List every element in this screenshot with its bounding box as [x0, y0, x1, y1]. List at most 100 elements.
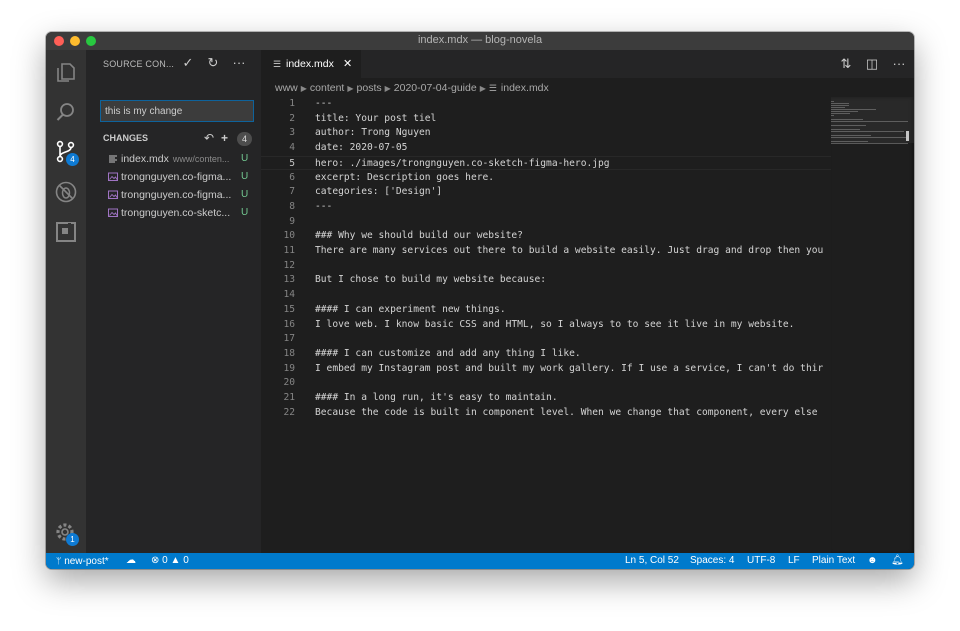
- breadcrumb-item[interactable]: 2020-07-04-guide: [394, 82, 477, 94]
- breadcrumb-item[interactable]: index.mdx: [501, 82, 549, 94]
- open-changes-icon[interactable]: ⇅: [838, 56, 854, 72]
- debug-icon[interactable]: [53, 179, 79, 205]
- line-number: 18: [283, 347, 295, 359]
- line-number: 19: [283, 362, 295, 374]
- line-number: 11: [283, 245, 295, 256]
- minimap-line: [831, 129, 860, 130]
- line-number: 9: [289, 215, 295, 227]
- code-line[interactable]: 6 excerpt: Description goes here.: [261, 171, 831, 186]
- encoding-status[interactable]: UTF-8: [747, 555, 775, 567]
- code-line[interactable]: 21 #### In a long run, it's easy to maint…: [261, 391, 831, 406]
- code-line[interactable]: 11 There are many services out there to b…: [261, 244, 831, 259]
- breadcrumb: www ▶ content ▶ posts ▶ 2020-07-04-guide ▶ ☰ inde…: [275, 82, 549, 96]
- code-line[interactable]: 17: [261, 332, 831, 347]
- code-line[interactable]: 7 categories: ['Design']: [261, 185, 831, 200]
- code-line[interactable]: 19 I embed my Instagram post and built my…: [261, 362, 831, 377]
- line-number: 14: [283, 289, 295, 301]
- file-name: index.mdx: [121, 153, 169, 165]
- line-number: 1: [289, 98, 295, 109]
- code-line[interactable]: 3 author: Trong Nguyen: [261, 126, 831, 141]
- problems-status[interactable]: ⊗ 0 ▲ 0: [151, 555, 189, 567]
- breadcrumb-item[interactable]: www: [275, 82, 298, 94]
- settings-gear-icon[interactable]: 1: [53, 520, 79, 546]
- code-line[interactable]: 13 But I chose to build my website becaus…: [261, 273, 831, 288]
- source-control-icon[interactable]: 4: [53, 139, 79, 166]
- more-actions-icon[interactable]: ···: [891, 56, 907, 71]
- file-lines-icon: ☰: [273, 59, 282, 69]
- minimap-line: [831, 141, 868, 142]
- sidebar-title: SOURCE CON...: [103, 59, 175, 69]
- code-line[interactable]: 1 ---: [261, 97, 831, 112]
- sync-icon[interactable]: ☁: [126, 555, 136, 567]
- scrollbar-thumb[interactable]: [906, 131, 909, 141]
- line-number: 21: [283, 392, 295, 403]
- scm-badge: 4: [66, 153, 79, 166]
- line-text: I love web. I know basic CSS and HTML, s…: [315, 318, 795, 330]
- changed-file-row[interactable]: trongnguyen.co-sketc... U: [86, 204, 261, 222]
- changed-file-row[interactable]: index.mdx www/conten... U: [86, 150, 261, 168]
- breadcrumb-item[interactable]: content: [310, 82, 344, 94]
- minimap-line: [831, 103, 849, 104]
- code-line[interactable]: 5 hero: ./images/trongnguyen.co-sketch-fi…: [261, 155, 831, 171]
- more-actions-icon[interactable]: ···: [231, 56, 247, 70]
- language-mode[interactable]: Plain Text: [812, 555, 855, 567]
- minimap-line: [831, 111, 858, 112]
- code-line[interactable]: 8 ---: [261, 200, 831, 215]
- code-line[interactable]: 15 #### I can experiment new things.: [261, 303, 831, 318]
- line-number: 5: [289, 157, 295, 169]
- line-text: But I chose to build my website because:: [315, 274, 547, 286]
- extensions-icon[interactable]: [53, 219, 79, 245]
- feedback-smiley-icon[interactable]: ☻: [867, 555, 878, 567]
- code-line[interactable]: 14: [261, 288, 831, 303]
- minimap-line: [831, 109, 876, 110]
- minimap-line: [831, 121, 908, 122]
- stage-all-icon[interactable]: +: [221, 131, 228, 145]
- changes-header[interactable]: CHANGES ↶ + 4: [86, 130, 261, 148]
- refresh-icon[interactable]: ↻: [205, 56, 221, 70]
- tab-index-mdx[interactable]: ☰ index.mdx ✕: [261, 50, 361, 78]
- code-line[interactable]: 12: [261, 259, 831, 274]
- explorer-icon[interactable]: [53, 59, 79, 85]
- minimap[interactable]: [831, 97, 914, 553]
- branch-status[interactable]: ᛘ new-post*: [56, 555, 109, 568]
- commit-check-icon[interactable]: ✓: [180, 56, 196, 70]
- indentation-status[interactable]: Spaces: 4: [690, 555, 734, 567]
- branch-name: new-post*: [64, 556, 109, 567]
- code-line[interactable]: 22 Because the code is built in component…: [261, 406, 831, 421]
- line-number: 15: [283, 303, 295, 315]
- code-line[interactable]: 2 title: Your post tiel: [261, 112, 831, 127]
- code-line[interactable]: 20: [261, 376, 831, 391]
- line-text: title: Your post tiel: [315, 112, 437, 124]
- minimap-line: [831, 113, 850, 114]
- image-file-icon: [108, 172, 118, 181]
- code-line[interactable]: 18 #### I can customize and add any thing…: [261, 347, 831, 362]
- breadcrumb-item[interactable]: posts: [357, 82, 382, 94]
- search-icon[interactable]: [53, 99, 79, 125]
- code-line[interactable]: 10 ### Why we should build our website?: [261, 229, 831, 244]
- split-editor-icon[interactable]: ◫: [864, 56, 880, 72]
- line-number: 8: [289, 200, 295, 212]
- eol-status[interactable]: LF: [788, 555, 800, 567]
- changed-file-row[interactable]: trongnguyen.co-figma... U: [86, 168, 261, 186]
- error-icon: ⊗: [151, 555, 160, 566]
- code-line[interactable]: 4 date: 2020-07-05: [261, 141, 831, 156]
- file-path: www/conten...: [172, 154, 230, 164]
- settings-badge: 1: [66, 533, 79, 546]
- line-text: ### Why we should build our website?: [315, 230, 523, 242]
- line-number: 4: [289, 142, 295, 154]
- code-line[interactable]: 16 I love web. I know basic CSS and HTML,…: [261, 318, 831, 333]
- source-control-sidebar: SOURCE CON... ✓ ↻ ··· CHANGES ↶ + 4 inde…: [86, 50, 261, 553]
- discard-all-icon[interactable]: ↶: [204, 131, 214, 145]
- line-text: ---: [315, 98, 333, 109]
- code-line[interactable]: 9: [261, 215, 831, 230]
- line-text: #### I can customize and add any thing I…: [315, 347, 581, 359]
- close-tab-icon[interactable]: ✕: [343, 57, 352, 70]
- minimap-line: [831, 107, 845, 108]
- cursor-position[interactable]: Ln 5, Col 52: [625, 555, 679, 567]
- chevron-right-icon: ▶: [347, 84, 354, 93]
- minimap-line: [831, 101, 834, 102]
- commit-message-input[interactable]: [100, 100, 254, 122]
- changed-file-row[interactable]: trongnguyen.co-figma... U: [86, 186, 261, 204]
- notifications-bell-icon[interactable]: 🔔︎: [891, 555, 904, 567]
- line-text: excerpt: Description goes here.: [315, 171, 495, 183]
